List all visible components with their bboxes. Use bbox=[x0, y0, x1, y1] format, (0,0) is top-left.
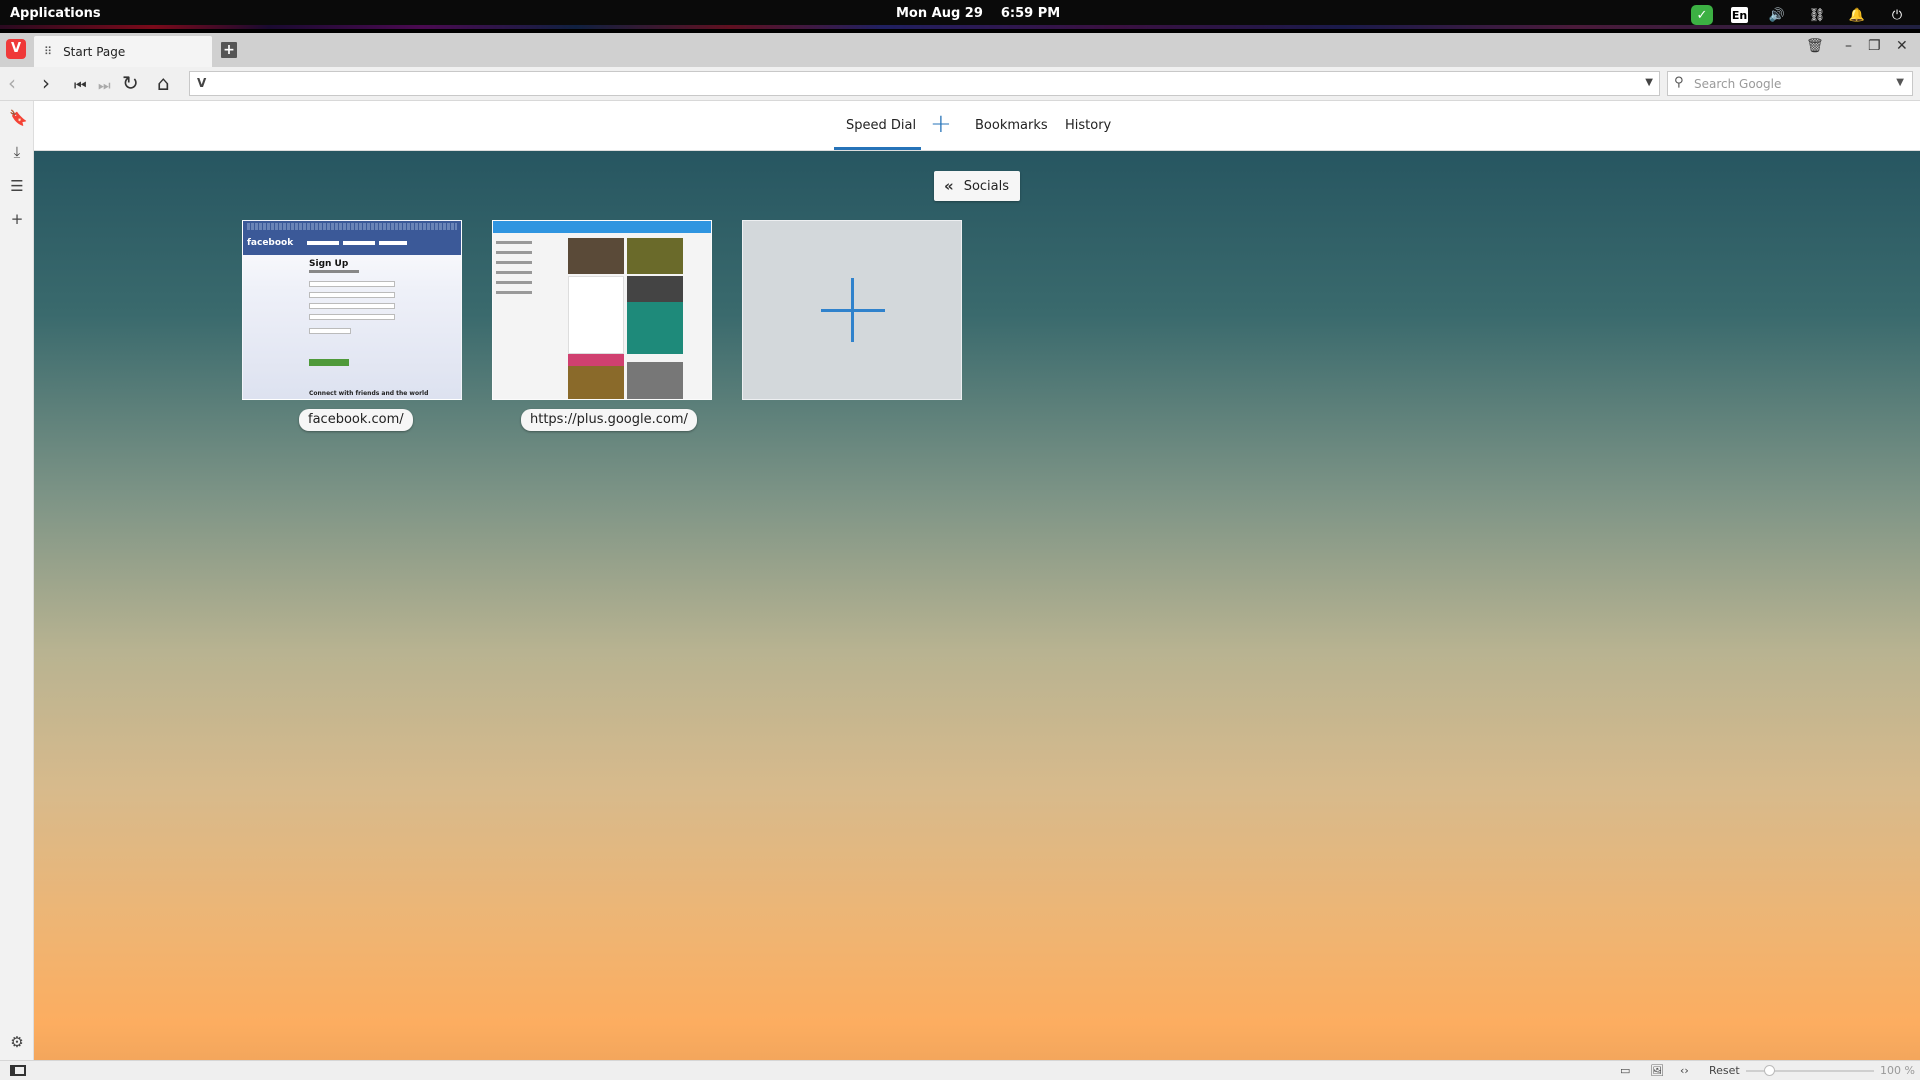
date-text: Mon Aug 29 bbox=[896, 6, 983, 21]
home-icon[interactable]: ⌂ bbox=[157, 73, 170, 93]
tab-start-page[interactable]: ⠿ Start Page bbox=[34, 36, 212, 67]
trash-icon[interactable]: 🗑 bbox=[1806, 38, 1824, 54]
reload-icon[interactable]: ↻ bbox=[122, 73, 139, 93]
thumb-signup-button bbox=[309, 359, 349, 366]
toggle-panel-icon[interactable] bbox=[10, 1065, 26, 1076]
add-panel-icon[interactable]: + bbox=[9, 210, 25, 228]
thumb-photo bbox=[568, 238, 624, 274]
start-page-header: Speed Dial + Bookmarks History bbox=[34, 101, 1920, 151]
fast-forward-icon[interactable]: ⏭ bbox=[98, 76, 111, 96]
thumb-photo bbox=[627, 302, 683, 354]
thumb-footer-text: Connect with friends and the world bbox=[309, 390, 429, 397]
notifications-icon[interactable]: 🔔 bbox=[1846, 5, 1868, 25]
speed-dial-label-google-plus[interactable]: https://plus.google.com/ bbox=[521, 409, 697, 431]
google-plus-thumb-header bbox=[493, 221, 711, 233]
power-icon[interactable]: ⏻ bbox=[1886, 5, 1908, 25]
new-tab-button[interactable]: + bbox=[221, 42, 237, 58]
close-window-button[interactable]: ✕ bbox=[1896, 38, 1908, 54]
speed-dial-area: « Socials facebook Sign Up Connect with … bbox=[34, 151, 1920, 1060]
thumb-field bbox=[309, 314, 395, 320]
search-box[interactable]: ⚲ ▼ bbox=[1667, 71, 1913, 96]
tab-speed-dial[interactable]: Speed Dial bbox=[846, 118, 916, 133]
minimize-button[interactable]: – bbox=[1845, 38, 1852, 54]
thumb-subtitle-line bbox=[309, 270, 359, 273]
back-icon[interactable]: ‹ bbox=[8, 73, 16, 93]
address-toolbar: ‹ › ⏮ ⏭ ↻ ⌂ V ▼ ⚲ ▼ bbox=[0, 67, 1920, 101]
page-actions-icon[interactable]: ‹› bbox=[1680, 1064, 1689, 1077]
plus-icon-vertical bbox=[851, 278, 854, 342]
thumb-photo bbox=[627, 238, 683, 274]
speed-dial-google-plus[interactable] bbox=[492, 220, 712, 400]
search-input[interactable] bbox=[1694, 75, 1884, 92]
tab-bookmarks[interactable]: Bookmarks bbox=[975, 118, 1048, 133]
notes-panel-icon[interactable]: ☰ bbox=[9, 177, 25, 195]
active-tab-indicator bbox=[834, 147, 921, 150]
check-icon[interactable]: ✓ bbox=[1691, 5, 1713, 25]
thumb-sidebar bbox=[496, 241, 546, 301]
keyboard-layout-indicator[interactable]: En bbox=[1731, 7, 1748, 23]
thumb-photo bbox=[627, 362, 683, 399]
bookmarks-panel-icon[interactable]: 🔖 bbox=[9, 109, 28, 127]
maximize-button[interactable]: ❐ bbox=[1868, 38, 1881, 54]
forward-icon[interactable]: › bbox=[42, 73, 50, 93]
applications-menu[interactable]: Applications bbox=[10, 6, 101, 21]
address-dropdown-icon[interactable]: ▼ bbox=[1645, 77, 1653, 88]
tab-title: Start Page bbox=[63, 44, 126, 59]
volume-icon[interactable]: 🔊 bbox=[1766, 5, 1788, 25]
tiling-icon[interactable]: ▭ bbox=[1620, 1064, 1630, 1077]
thumb-login-fields bbox=[307, 241, 407, 245]
thumb-sign-up-heading: Sign Up bbox=[309, 259, 349, 269]
system-tray: ✓ En 🔊 ⛓ 🔔 ⏻ bbox=[1691, 4, 1908, 26]
folder-back-button[interactable]: « Socials bbox=[934, 171, 1020, 201]
add-speed-dial-icon[interactable]: + bbox=[930, 109, 952, 139]
downloads-panel-icon[interactable]: ⤓ bbox=[9, 143, 25, 161]
speed-dial-facebook[interactable]: facebook Sign Up Connect with friends an… bbox=[242, 220, 462, 400]
rewind-icon[interactable]: ⏮ bbox=[74, 76, 87, 96]
thumb-field bbox=[309, 281, 395, 287]
add-speed-dial-tile[interactable] bbox=[742, 220, 962, 400]
time-text: 6:59 PM bbox=[1000, 6, 1061, 21]
thumb-photo bbox=[568, 276, 624, 354]
thumb-photo bbox=[568, 366, 624, 399]
double-chevron-left-icon: « bbox=[944, 177, 954, 195]
facebook-thumb-header: facebook bbox=[243, 221, 461, 255]
thumb-field bbox=[309, 328, 351, 334]
speed-dial-label-facebook[interactable]: facebook.com/ bbox=[299, 409, 413, 431]
network-icon[interactable]: ⛓ bbox=[1806, 5, 1828, 25]
status-bar: ▭ 🖼 ‹› Reset 100 % bbox=[0, 1060, 1920, 1080]
clock[interactable]: Mon Aug 29 6:59 PM bbox=[896, 6, 1078, 21]
tab-strip: V ⠿ Start Page + 🗑 – ❐ ✕ bbox=[0, 33, 1920, 67]
thumb-field bbox=[309, 292, 395, 298]
vivaldi-menu-icon[interactable]: V bbox=[6, 39, 26, 59]
system-top-bar: Applications Mon Aug 29 6:59 PM ✓ En 🔊 ⛓ … bbox=[0, 0, 1920, 29]
search-engine-dropdown-icon[interactable]: ▼ bbox=[1896, 77, 1904, 88]
zoom-reset-button[interactable]: Reset bbox=[1709, 1064, 1740, 1077]
zoom-slider-handle[interactable] bbox=[1764, 1065, 1775, 1076]
folder-name: Socials bbox=[963, 178, 1010, 194]
images-icon[interactable]: 🖼 bbox=[1650, 1064, 1664, 1077]
side-panel: 🔖 ⤓ ☰ + ⚙ bbox=[0, 101, 34, 1060]
thumb-photo bbox=[568, 354, 624, 366]
site-info-icon[interactable]: V bbox=[197, 76, 206, 90]
settings-gear-icon[interactable]: ⚙ bbox=[9, 1033, 25, 1051]
address-field[interactable]: V ▼ bbox=[189, 71, 1660, 96]
thumb-text-lines bbox=[247, 223, 457, 230]
tab-history[interactable]: History bbox=[1065, 118, 1111, 133]
wallpaper-strip bbox=[0, 25, 1920, 29]
zoom-level: 100 % bbox=[1880, 1064, 1915, 1077]
search-icon: ⚲ bbox=[1674, 75, 1684, 90]
thumb-field bbox=[309, 303, 395, 309]
facebook-logo: facebook bbox=[247, 238, 294, 248]
thumb-photo bbox=[627, 276, 683, 302]
speed-dial-grid-icon: ⠿ bbox=[44, 45, 52, 58]
